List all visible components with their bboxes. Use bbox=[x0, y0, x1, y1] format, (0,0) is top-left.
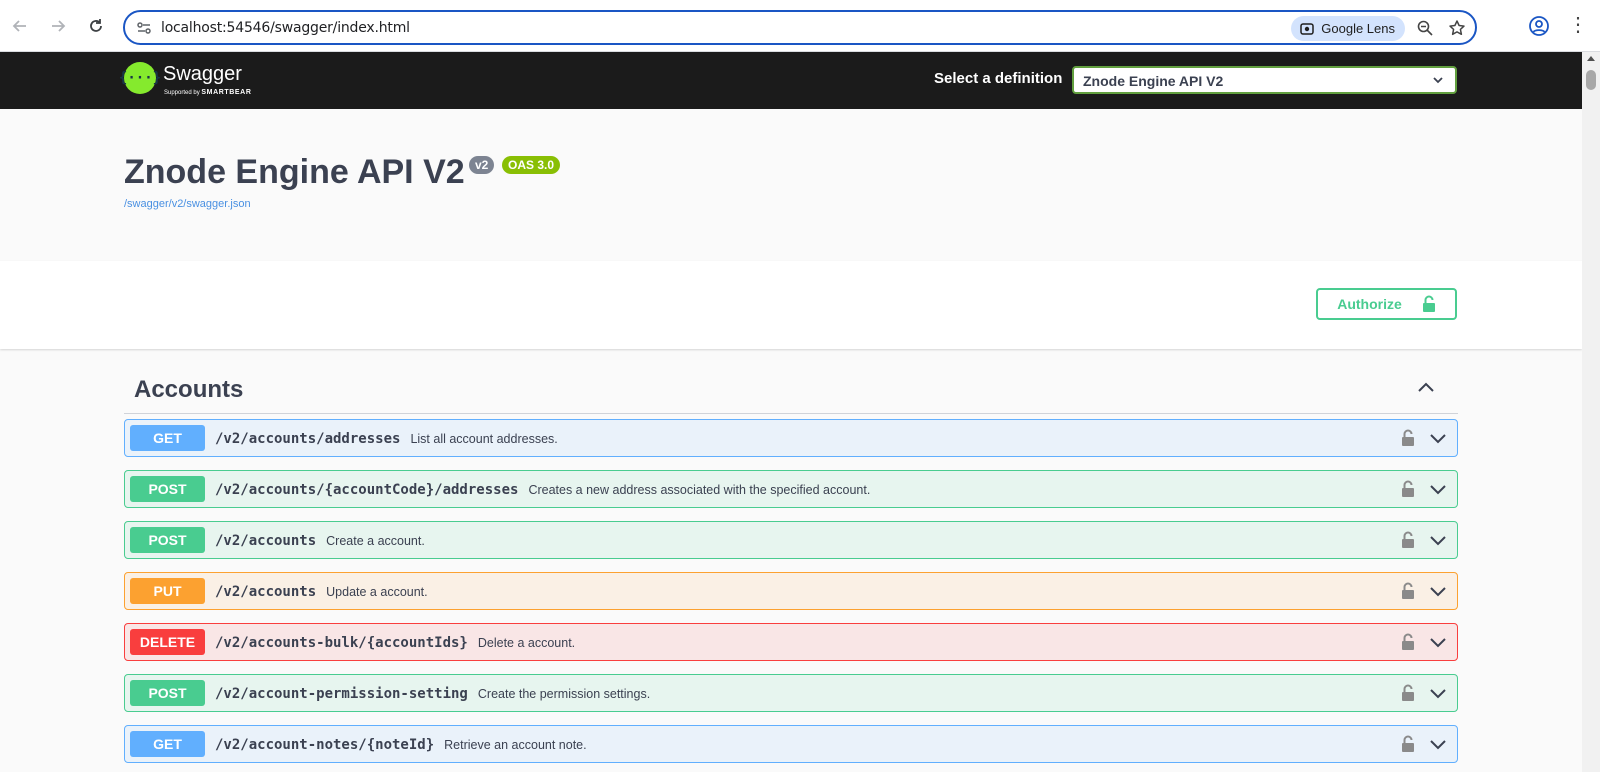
logo-subtitle: Supported by SMARTBEAR bbox=[164, 89, 252, 96]
chevron-down-icon[interactable] bbox=[1429, 432, 1447, 444]
swagger-logo-icon: {···} bbox=[119, 62, 161, 94]
google-lens-label: Google Lens bbox=[1321, 21, 1395, 36]
google-lens-button[interactable]: Google Lens bbox=[1291, 16, 1405, 41]
tag-section-accounts: Accounts GET/v2/accounts/addresses List a… bbox=[124, 362, 1458, 763]
method-badge: PUT bbox=[130, 578, 205, 604]
lock-icon[interactable] bbox=[1401, 684, 1415, 702]
chevron-down-icon[interactable] bbox=[1429, 738, 1447, 750]
operation-path: /v2/accounts Update a account. bbox=[215, 584, 428, 600]
address-bar[interactable]: localhost:54546/swagger/index.html Googl… bbox=[123, 10, 1477, 45]
star-icon[interactable] bbox=[1447, 18, 1467, 38]
operation-path: /v2/account-notes/{noteId} Retrieve an ac… bbox=[215, 737, 587, 753]
operation-summary: Creates a new address associated with th… bbox=[528, 483, 871, 497]
method-badge: POST bbox=[130, 476, 205, 502]
lock-icon[interactable] bbox=[1401, 480, 1415, 498]
method-badge: POST bbox=[130, 527, 205, 553]
chevron-down-icon[interactable] bbox=[1429, 483, 1447, 495]
definition-select-value: Znode Engine API V2 bbox=[1083, 73, 1224, 89]
chevron-down-icon[interactable] bbox=[1429, 636, 1447, 648]
operation-row[interactable]: POST/v2/account-permission-setting Create… bbox=[124, 674, 1458, 712]
method-badge: GET bbox=[130, 425, 205, 451]
operation-row[interactable]: GET/v2/accounts/addresses List all accoun… bbox=[124, 419, 1458, 457]
lock-icon[interactable] bbox=[1401, 582, 1415, 600]
url-text[interactable]: localhost:54546/swagger/index.html bbox=[161, 20, 410, 36]
version-badge: v2 bbox=[469, 156, 495, 174]
operation-summary: Create a account. bbox=[326, 534, 425, 548]
chevron-down-icon[interactable] bbox=[1429, 585, 1447, 597]
operation-summary: Create the permission settings. bbox=[477, 687, 651, 701]
spec-url-link[interactable]: /swagger/v2/swagger.json bbox=[124, 198, 251, 210]
chevron-down-icon[interactable] bbox=[1429, 687, 1447, 699]
operation-summary: Delete a account. bbox=[477, 636, 576, 650]
operation-path: /v2/accounts-bulk/{accountIds} Delete a a… bbox=[215, 635, 576, 651]
operation-path: /v2/accounts/{accountCode}/addresses Crea… bbox=[215, 482, 871, 498]
method-badge: POST bbox=[130, 680, 205, 706]
forward-arrow-icon[interactable] bbox=[46, 14, 70, 38]
definition-select[interactable]: Znode Engine API V2 bbox=[1072, 66, 1457, 94]
authorize-button[interactable]: Authorize bbox=[1316, 288, 1457, 320]
zoom-icon[interactable] bbox=[1415, 18, 1435, 38]
operation-row[interactable]: DELETE/v2/accounts-bulk/{accountIds} Dele… bbox=[124, 623, 1458, 661]
oas-badge: OAS 3.0 bbox=[502, 156, 561, 174]
browser-toolbar: localhost:54546/swagger/index.html Googl… bbox=[0, 0, 1600, 52]
scroll-up-arrow-icon[interactable] bbox=[1587, 56, 1595, 61]
lock-icon[interactable] bbox=[1401, 531, 1415, 549]
operation-row[interactable]: POST/v2/accounts/{accountCode}/addresses… bbox=[124, 470, 1458, 508]
lock-icon[interactable] bbox=[1401, 735, 1415, 753]
scroll-thumb[interactable] bbox=[1586, 70, 1596, 90]
tag-title: Accounts bbox=[134, 376, 244, 403]
api-info: Znode Engine API V2 v2 OAS 3.0 /swagger/… bbox=[0, 109, 1582, 261]
chevron-up-icon[interactable] bbox=[1416, 380, 1436, 394]
method-badge: GET bbox=[130, 731, 205, 757]
operation-summary: List all account addresses. bbox=[410, 432, 558, 446]
kebab-menu-icon[interactable]: ⋮ bbox=[1568, 14, 1588, 38]
camera-lens-icon bbox=[1300, 22, 1315, 35]
reload-icon[interactable] bbox=[84, 14, 108, 38]
back-arrow-icon[interactable] bbox=[8, 14, 32, 38]
swagger-topbar: {···} Swagger Supported by SMARTBEAR Sel… bbox=[0, 52, 1582, 109]
site-info-icon[interactable] bbox=[135, 19, 153, 37]
operation-summary: Update a account. bbox=[326, 585, 428, 599]
operation-path: /v2/account-permission-setting Create the… bbox=[215, 686, 651, 702]
page-title: Znode Engine API V2 bbox=[124, 153, 465, 191]
operation-row[interactable]: GET/v2/account-notes/{noteId} Retrieve an… bbox=[124, 725, 1458, 763]
operation-summary: Retrieve an account note. bbox=[444, 738, 587, 752]
operation-row[interactable]: PUT/v2/accounts Update a account. bbox=[124, 572, 1458, 610]
authorize-label: Authorize bbox=[1337, 296, 1402, 312]
lock-icon[interactable] bbox=[1401, 633, 1415, 651]
chevron-down-icon[interactable] bbox=[1429, 534, 1447, 546]
scheme-container: Authorize bbox=[0, 261, 1582, 349]
unlocked-padlock-icon bbox=[1422, 295, 1435, 312]
operation-path: /v2/accounts/addresses List all account a… bbox=[215, 431, 558, 447]
chevron-down-icon bbox=[1433, 77, 1443, 84]
tag-header[interactable]: Accounts bbox=[124, 362, 1458, 414]
lock-icon[interactable] bbox=[1401, 429, 1415, 447]
operation-row[interactable]: POST/v2/accounts Create a account. bbox=[124, 521, 1458, 559]
scrollbar[interactable] bbox=[1582, 52, 1600, 772]
method-badge: DELETE bbox=[130, 629, 205, 655]
logo-name: Swagger bbox=[163, 63, 242, 85]
profile-icon[interactable] bbox=[1528, 15, 1550, 37]
operation-path: /v2/accounts Create a account. bbox=[215, 533, 425, 549]
select-definition-label: Select a definition bbox=[934, 70, 1063, 87]
swagger-logo[interactable]: {···} Swagger Supported by SMARTBEAR bbox=[119, 60, 264, 102]
